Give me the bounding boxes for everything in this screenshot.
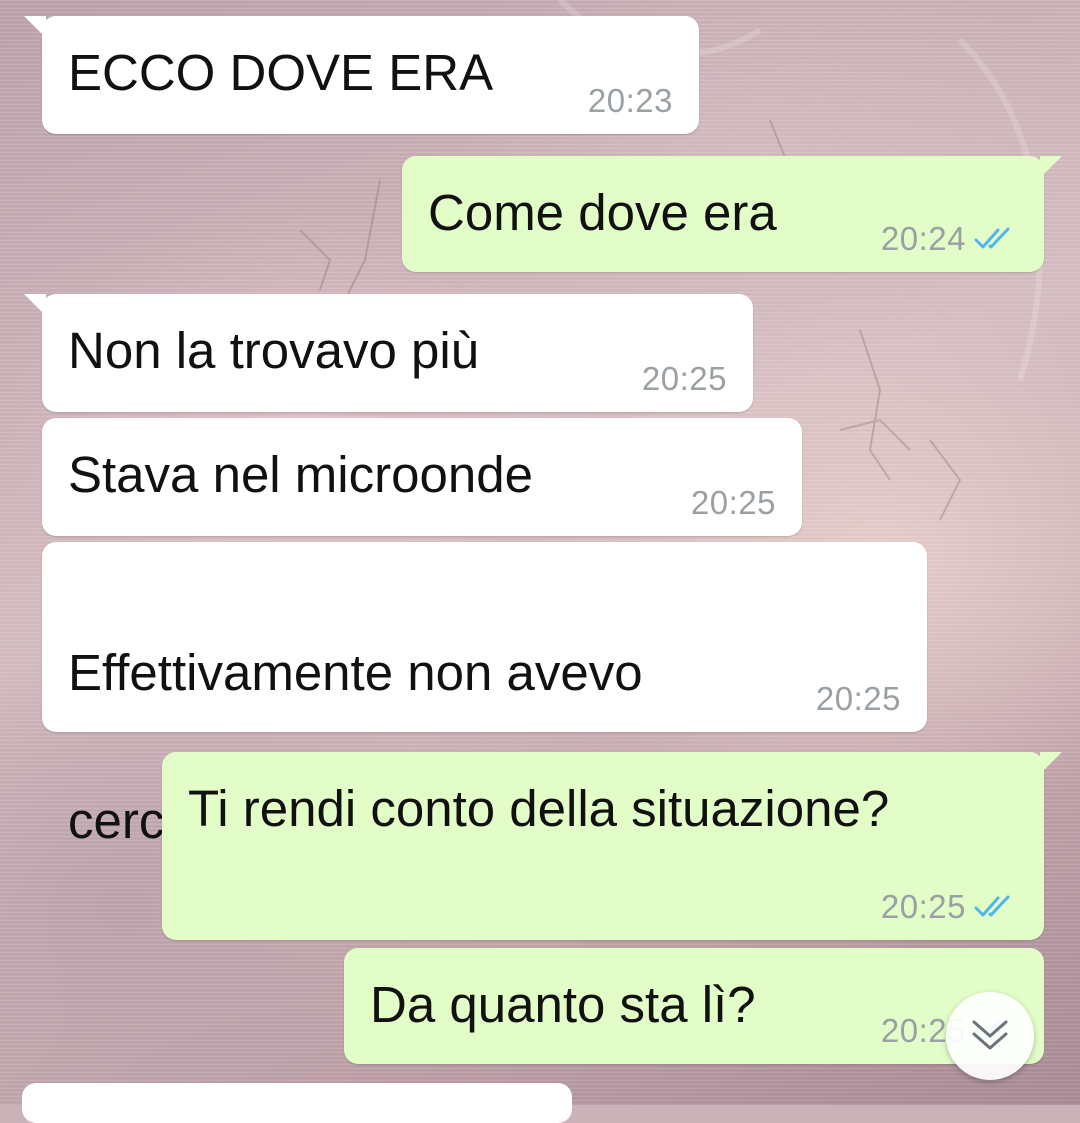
- message-bubble-incoming[interactable]: Non la trovavo più 20:25: [24, 294, 753, 412]
- double-check-icon: [974, 227, 1010, 249]
- message-meta: 20:25: [881, 888, 1018, 926]
- message-bubble-incoming[interactable]: Stava nel microonde 20:25: [42, 418, 802, 536]
- message-time: 20:23: [587, 82, 673, 119]
- bubble-tail: [1040, 156, 1062, 178]
- message-text: Da quanto sta lì?: [370, 976, 756, 1033]
- message-bubble-outgoing[interactable]: Da quanto sta lì? 20:25: [344, 948, 1044, 1064]
- message-time: 20:25: [815, 680, 901, 717]
- message-bubble-outgoing[interactable]: Come dove era 20:24: [402, 156, 1062, 272]
- message-text: Non la trovavo più: [68, 322, 480, 379]
- message-text: Come dove era: [428, 184, 777, 241]
- message-text: Stava nel microonde: [68, 446, 533, 503]
- double-chevron-down-icon: [972, 1020, 1008, 1050]
- scroll-to-bottom-button[interactable]: [946, 992, 1034, 1080]
- message-text: Ti rendi conto della situazione?: [188, 780, 890, 837]
- message-text: ECCO DOVE ERA: [68, 44, 494, 101]
- message-time: 20:24: [880, 220, 966, 257]
- chat-message-list[interactable]: ECCO DOVE ERA 20:23 Come dove era 20:24 …: [0, 0, 1080, 1123]
- message-meta: 20:25: [816, 680, 901, 718]
- message-bubble-incoming[interactable]: ECCO DOVE ERA 20:23: [24, 16, 699, 134]
- message-bubble-outgoing[interactable]: Ti rendi conto della situazione? 20:25: [162, 752, 1062, 940]
- bubble-tail: [24, 294, 46, 316]
- double-check-icon: [974, 895, 1010, 917]
- message-meta: 20:24: [881, 220, 1018, 258]
- message-time: 20:25: [690, 484, 776, 521]
- bubble-tail: [24, 16, 46, 38]
- message-meta: 20:23: [588, 82, 673, 120]
- message-meta: 20:25: [642, 360, 727, 398]
- message-time: 20:25: [880, 888, 966, 925]
- message-bubble-incoming[interactable]: Effettivamente non avevo cercato li 20:2…: [42, 542, 927, 849]
- bubble-tail: [1040, 752, 1062, 774]
- message-meta: 20:25: [691, 484, 776, 522]
- message-text-line: Effettivamente non avevo: [68, 644, 643, 701]
- message-time: 20:25: [641, 360, 727, 397]
- message-bubble-incoming-partial[interactable]: [22, 1083, 572, 1123]
